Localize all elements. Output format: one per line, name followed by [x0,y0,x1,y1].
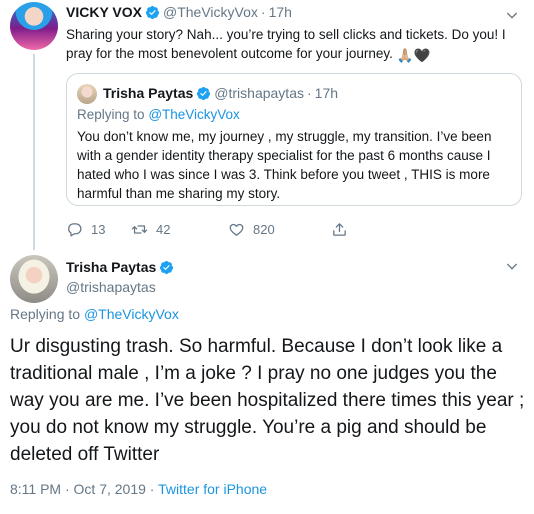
tweet-text: Ur disgusting trash. So harmful. Because… [10,336,525,465]
chevron-down-icon[interactable] [504,258,520,274]
author-handle[interactable]: @trishapaytas [66,279,156,295]
mention-link[interactable]: @TheVickyVox [148,107,240,122]
verified-badge-icon [160,260,174,274]
retweet-icon [131,224,148,234]
replying-to: Replying to @TheVickyVox [10,306,179,322]
author-name[interactable]: Trisha Paytas [66,259,156,275]
author-name[interactable]: VICKY VOX [66,4,142,20]
tweet-header: Trisha Paytas [66,259,177,275]
parent-tweet[interactable]: VICKY VOX @TheVickyVox · 17h Sharing you… [0,0,534,250]
tweet-time: 17h [314,85,339,101]
tweet-time[interactable]: 17h [269,4,292,20]
thread-line [33,54,35,250]
avatar [77,84,97,104]
like-button[interactable]: 820 [228,219,275,239]
tweet-header: VICKY VOX @TheVickyVox · 17h [66,4,292,20]
verified-badge-icon [145,5,160,19]
quoted-tweet-text: You don’t know me, my journey , my strug… [77,129,492,201]
separator-dot: · [306,85,312,101]
tweet-timestamp[interactable]: 8:11 PM · Oct 7, 2019 · [10,481,154,497]
mention-link[interactable]: @TheVickyVox [84,306,179,322]
separator-dot: · [260,4,266,20]
like-icon [229,223,244,236]
author-name: Trisha Paytas [103,85,194,101]
avatar[interactable] [10,255,58,303]
retweet-count: 42 [156,221,171,237]
quoted-tweet-header: Trisha Paytas @trishapaytas · 17h [103,85,338,101]
author-handle: @trishapaytas [214,85,304,101]
replying-to: Replying to @TheVickyVox [77,107,240,122]
quoted-tweet[interactable]: Trisha Paytas @trishapaytas · 17h Replyi… [66,73,522,206]
author-handle[interactable]: @TheVickyVox [163,4,258,20]
reply-count: 13 [91,221,106,237]
reply-button[interactable]: 13 [66,219,105,239]
chevron-down-icon[interactable] [504,7,520,23]
like-count: 820 [253,221,275,237]
verified-badge-icon [197,86,211,100]
tweet-text: Sharing your story? Nah... you’re trying… [66,27,506,63]
share-icon [333,222,346,236]
retweet-button[interactable]: 42 [131,219,170,239]
action-bar: 13 42 820 [66,219,366,239]
tweet-meta: 8:11 PM · Oct 7, 2019 · Twitter for iPho… [10,481,267,497]
emoji: 🙏🏼🖤 [396,48,431,63]
share-button[interactable] [331,219,356,239]
avatar[interactable] [10,2,58,50]
tweet-source-link[interactable]: Twitter for iPhone [158,481,267,497]
reply-icon [68,222,82,237]
